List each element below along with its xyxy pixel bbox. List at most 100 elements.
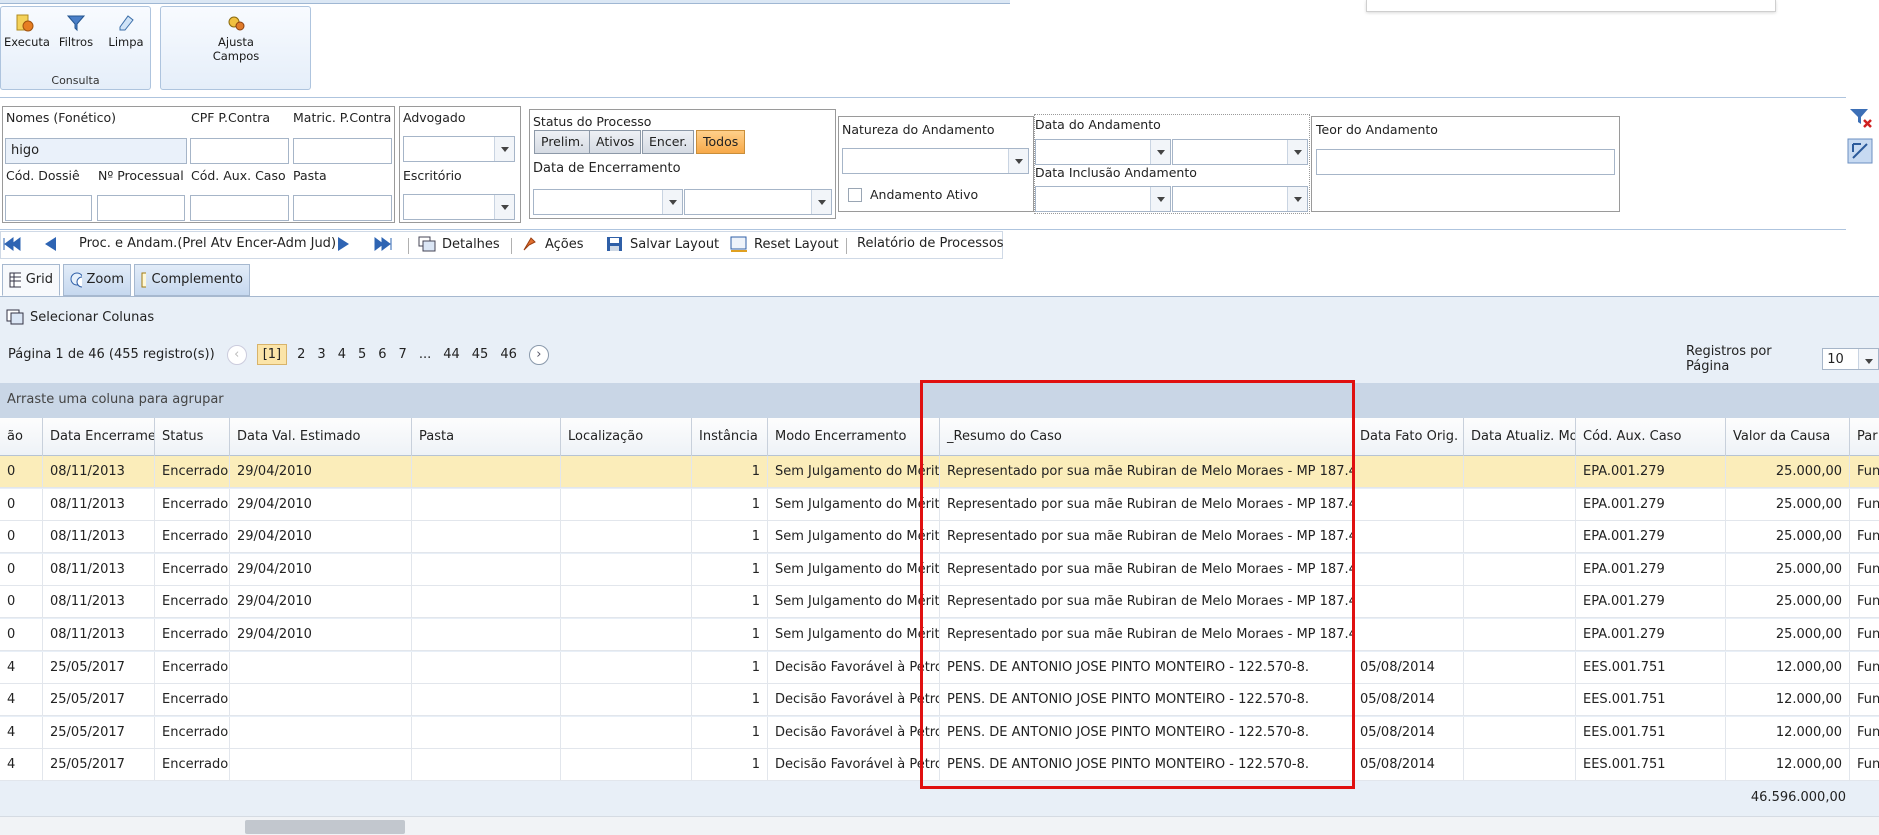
status-todos-button[interactable]: Todos [696, 130, 746, 154]
page-link[interactable]: 5 [358, 347, 366, 362]
group-by-area[interactable]: Arraste uma coluna para agrupar [0, 383, 1879, 418]
scrollbar-thumb[interactable] [245, 820, 405, 834]
matric-input[interactable] [293, 138, 392, 164]
table-row[interactable]: 0 08/11/2013 Encerrado 29/04/2010 1 Sem Julga… [0, 553, 1879, 586]
layout-icon[interactable] [1847, 138, 1873, 164]
limpa-button[interactable]: Limpa [105, 13, 147, 49]
ajusta-campos-button[interactable]: Ajusta Campos [206, 13, 266, 63]
teor-input[interactable] [1316, 149, 1615, 175]
pasta-input[interactable] [293, 195, 392, 221]
table-row[interactable]: 4 25/05/2017 Encerrado 1 Decisão Favorável à… [0, 749, 1879, 782]
col-status-cell: Encerrado [155, 684, 230, 717]
col-cod-aux-caso-header[interactable]: Cód. Aux. Caso [1576, 418, 1726, 456]
col-data-atualiz-mon-cell [1464, 651, 1576, 684]
col-localizacao-header[interactable]: Localização [561, 418, 692, 456]
filtros-button[interactable]: Filtros [55, 13, 97, 49]
valor-causa-total: 46.596.000,00 [1750, 790, 1846, 805]
reset-layout-button[interactable]: Reset Layout [730, 236, 839, 252]
detalhes-button[interactable]: Detalhes [418, 236, 500, 252]
col-modo-encerramento-cell: Sem Julgamento do Mérito [768, 521, 940, 554]
clear-filter-icon[interactable] [1847, 104, 1873, 130]
salvar-layout-button[interactable]: Salvar Layout [606, 236, 719, 252]
table-row[interactable]: 4 25/05/2017 Encerrado 1 Decisão Favorável à… [0, 716, 1879, 749]
col-instancia-header[interactable]: Instância [692, 418, 768, 456]
page-link[interactable]: 7 [399, 347, 407, 362]
table-row[interactable]: 4 25/05/2017 Encerrado 1 Decisão Favorável à… [0, 651, 1879, 684]
cod-dossie-input[interactable] [5, 195, 92, 221]
col-ao-header[interactable]: ão [0, 418, 43, 456]
status-prelim-button[interactable]: Prelim. [534, 130, 591, 154]
relatorio-button[interactable]: Relatório de Processos [857, 236, 1004, 251]
selecionar-colunas-button[interactable]: Selecionar Colunas [6, 309, 154, 325]
prev-page-button[interactable]: ‹ [226, 344, 247, 365]
table-row[interactable]: 0 08/11/2013 Encerrado 29/04/2010 1 Sem Julga… [0, 488, 1879, 521]
data-inclusao-end[interactable] [1172, 186, 1308, 212]
tab-grid[interactable]: Grid [2, 264, 60, 296]
next-page-button[interactable]: › [528, 344, 549, 365]
page-ellipsis[interactable]: ... [419, 347, 431, 362]
nomes-input[interactable]: higo [5, 138, 187, 164]
page-link[interactable]: 46 [500, 347, 517, 362]
data-andamento-end[interactable] [1172, 139, 1308, 165]
status-ativos-button[interactable]: Ativos [589, 130, 642, 154]
data-inclusao-start[interactable] [1035, 186, 1171, 212]
last-record-button[interactable] [373, 236, 393, 252]
col-localizacao-cell [561, 553, 692, 586]
col-instancia-cell: 1 [692, 553, 768, 586]
col-resumo-do-caso-cell: Representado por sua mãe Rubiran de Melo… [940, 553, 1353, 586]
acoes-button[interactable]: Ações [521, 236, 584, 252]
tab-zoom[interactable]: Zoom [63, 264, 131, 296]
table-row[interactable]: 0 08/11/2013 Encerrado 29/04/2010 1 Sem Julga… [0, 456, 1879, 488]
col-pasta-cell [412, 586, 561, 619]
col-modo-encerramento-header[interactable]: Modo Encerramento [768, 418, 940, 456]
natureza-select[interactable] [842, 148, 1029, 174]
page-link[interactable]: 2 [297, 347, 305, 362]
col-data-val-estimado-header[interactable]: Data Val. Estimado [230, 418, 412, 456]
prev-record-button[interactable] [42, 236, 58, 252]
executa-button[interactable]: Executa [4, 13, 50, 49]
status-encer-button[interactable]: Encer. [642, 130, 695, 154]
page-link[interactable]: 3 [317, 347, 325, 362]
registros-select[interactable]: 10 [1822, 348, 1879, 370]
col-pasta-header[interactable]: Pasta [412, 418, 561, 456]
cpf-input[interactable] [190, 138, 289, 164]
advogado-select[interactable] [403, 136, 515, 162]
col-localizacao-cell [561, 488, 692, 521]
data-encerramento-end[interactable] [684, 189, 832, 215]
table-row[interactable]: 4 25/05/2017 Encerrado 1 Decisão Favorável à… [0, 684, 1879, 717]
cod-aux-input[interactable] [190, 195, 289, 221]
col-modo-encerramento-cell: Decisão Favorável à Petros [768, 651, 940, 684]
escritorio-select[interactable] [403, 194, 515, 220]
table-row[interactable]: 0 08/11/2013 Encerrado 29/04/2010 1 Sem Julga… [0, 619, 1879, 651]
col-data-atualiz-mon-cell [1464, 488, 1576, 521]
next-record-button[interactable] [336, 236, 352, 252]
details-icon [418, 236, 436, 252]
table-row[interactable]: 0 08/11/2013 Encerrado 29/04/2010 1 Sem Julga… [0, 521, 1879, 554]
col-data-atualiz-mon-header[interactable]: Data Atualiz. Mon [1464, 418, 1576, 456]
col-data-fato-orig-header[interactable]: Data Fato Orig. [1353, 418, 1464, 456]
ribbon-tab-strip [0, 0, 1010, 4]
table-row[interactable]: 0 08/11/2013 Encerrado 29/04/2010 1 Sem Julga… [0, 586, 1879, 619]
col-localizacao-cell [561, 456, 692, 488]
andamento-ativo-checkbox[interactable] [848, 188, 862, 202]
page-link[interactable]: 45 [472, 347, 489, 362]
reset-icon [730, 236, 747, 252]
data-encerramento-start[interactable] [533, 189, 683, 215]
n-processual-input[interactable] [97, 195, 185, 221]
col-resumo-do-caso-header[interactable]: _Resumo do Caso [940, 418, 1353, 456]
data-andamento-start[interactable] [1035, 139, 1171, 165]
last-icon [374, 237, 392, 251]
col-par-header[interactable]: Par [1850, 418, 1879, 456]
current-page[interactable]: [1] [256, 344, 288, 365]
first-record-button[interactable] [2, 236, 22, 252]
col-status-header[interactable]: Status [155, 418, 230, 456]
page-link[interactable]: 6 [378, 347, 386, 362]
page-link[interactable]: 4 [338, 347, 346, 362]
col-valor-da-causa-header[interactable]: Valor da Causa [1726, 418, 1850, 456]
col-data-encerramento-header[interactable]: Data Encerramento [43, 418, 155, 456]
page-link[interactable]: 44 [443, 347, 460, 362]
tab-complemento[interactable]: Complemento [134, 264, 250, 296]
col-par-cell: Fun [1850, 521, 1879, 553]
col-data-encerramento-cell: 08/11/2013 [43, 586, 155, 619]
horizontal-scrollbar[interactable] [0, 816, 1879, 835]
